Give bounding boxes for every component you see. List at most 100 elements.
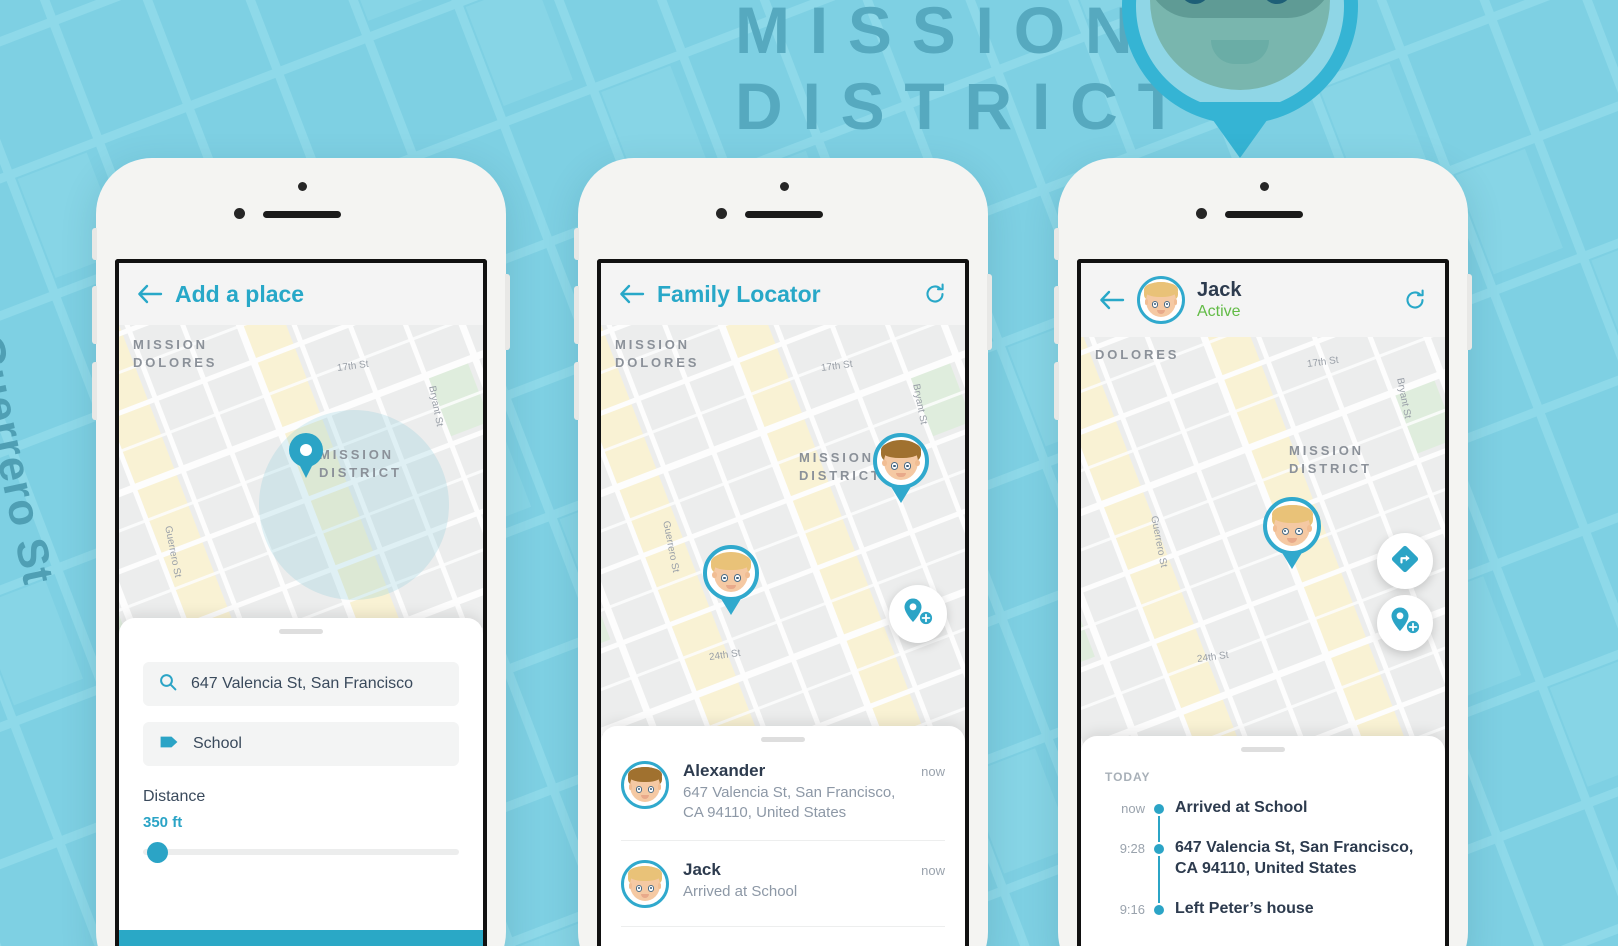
map-label-mission: MISSION [133,337,208,352]
timeline-time: 9:16 [1119,902,1145,918]
save-button[interactable]: SAVE [119,930,483,946]
timeline-marker [1145,838,1175,904]
phone2-volume-up-button[interactable] [574,286,579,344]
phone1-volume-down-button[interactable] [92,362,97,420]
avatar-jack [703,545,759,601]
people-list: Alexander 647 Valencia St, San Francisco… [601,742,965,927]
proximity-sensor-icon [716,208,727,219]
phone3-volume-up-button[interactable] [1054,286,1059,344]
phone2-screen: Family Locator MISSION DOLORES MISSION D… [597,259,969,946]
directions-button[interactable] [1377,533,1433,589]
list-item[interactable]: Jack Arrived at School now [621,841,945,927]
place-name-input[interactable]: School [143,722,459,766]
avatar-jack [621,860,669,908]
phone3-app-header: Jack Active [1081,263,1445,337]
person-detail: Arrived at School [683,883,798,900]
add-place-button[interactable] [889,585,947,643]
phone3-bottom-sheet: TODAY now Arrived at School 9:28 647 Val… [1081,736,1445,946]
refresh-icon[interactable] [921,280,949,308]
front-camera-icon [298,182,307,191]
phone-device-2: Family Locator MISSION DOLORES MISSION D… [574,158,992,946]
add-place-icon [902,597,934,632]
header-person[interactable]: Jack Active [1137,276,1242,324]
screenshot-stage: MISSION DISTRICT Guerrero St Add a place… [0,0,1618,946]
map-label-mission-2: MISSION [799,450,874,465]
proximity-sensor-icon [1196,208,1207,219]
back-arrow-icon[interactable] [135,279,165,309]
phone2-app-header: Family Locator [601,263,965,325]
timeline-section-label: TODAY [1105,770,1151,784]
map-label-dolores: DOLORES [1095,347,1180,362]
directions-icon [1390,544,1420,579]
page-title: Family Locator [657,280,821,307]
map-pin-jack[interactable] [703,545,759,615]
phone2-volume-down-button[interactable] [574,362,579,420]
front-camera-icon [1260,182,1269,191]
timeline-marker [1145,899,1175,939]
phone3-volume-down-button[interactable] [1054,362,1059,420]
list-item[interactable]: Alexander 647 Valencia St, San Francisco… [621,742,945,841]
timeline-list: now Arrived at School 9:28 647 Valencia … [1081,788,1445,940]
map-label-dolores: DOLORES [615,355,700,370]
earpiece-speaker-icon [263,211,341,218]
phone2-bottom-sheet: Alexander 647 Valencia St, San Francisco… [601,726,965,946]
timeline-text: Arrived at School [1175,799,1308,816]
timeline-marker [1145,798,1175,843]
phone2-top-bezel [578,158,988,259]
map-label-district: DISTRICT [319,465,402,480]
avatar-jack [1137,276,1185,324]
phone2-power-button[interactable] [987,274,992,350]
person-name: Jack [683,860,721,879]
timeline-text: 647 Valencia St, San Francisco, CA 94110… [1175,839,1414,877]
timeline-item[interactable]: 9:16 Left Peter’s house [1101,899,1425,939]
search-icon [159,673,177,696]
map-label-district: DISTRICT [1289,461,1372,476]
place-name-value: School [193,735,242,752]
person-name: Jack [1197,278,1242,301]
proximity-sensor-icon [234,208,245,219]
location-pin-icon[interactable] [289,433,323,478]
phone-device-3: Jack Active DOLORES MISSION DISTRICT 17t… [1054,158,1472,946]
phone3-top-bezel [1058,158,1468,259]
timeline-item[interactable]: 9:28 647 Valencia St, San Francisco, CA … [1101,838,1425,904]
phone-device-1: Add a place MISSION DOLORES MISSION DIST… [92,158,510,946]
avatar-jack [1263,497,1321,555]
search-input-value: 647 Valencia St, San Francisco [191,675,414,692]
add-place-button[interactable] [1377,595,1433,651]
phone1-app-header: Add a place [119,263,483,325]
person-detail: 647 Valencia St, San Francisco, CA 94110… [683,784,896,821]
person-timestamp: now [921,863,945,878]
map-pin-jack[interactable] [1263,497,1321,569]
avatar-alexander [873,433,929,489]
earpiece-speaker-icon [1225,211,1303,218]
timeline-text: Left Peter’s house [1175,900,1314,918]
map-label-dolores: DOLORES [133,355,218,370]
map-label-mission: MISSION [615,337,690,352]
status-badge: Active [1197,302,1241,320]
person-timestamp: now [921,764,945,779]
page-title: Add a place [175,280,305,307]
map-label-mission-2: MISSION [319,447,394,462]
refresh-icon[interactable] [1401,286,1429,314]
tag-icon [159,735,179,754]
distance-value: 350 ft [143,814,183,831]
phone3-power-button[interactable] [1467,274,1472,350]
search-input[interactable]: 647 Valencia St, San Francisco [143,662,459,706]
timeline-item[interactable]: now Arrived at School [1101,798,1425,843]
map-pin-alexander[interactable] [873,433,929,503]
distance-slider[interactable] [143,841,459,863]
phone1-power-button[interactable] [505,274,510,350]
back-arrow-icon[interactable] [1097,285,1127,315]
add-place-icon [1389,606,1421,641]
avatar-alexander [621,761,669,809]
slider-track [143,849,459,855]
back-arrow-icon[interactable] [617,279,647,309]
background-district-title-line1: MISSION [735,0,1153,67]
phone1-top-bezel [96,158,506,259]
phone1-bottom-sheet: 647 Valencia St, San Francisco School Di… [119,618,483,946]
phone3-screen: Jack Active DOLORES MISSION DISTRICT 17t… [1077,259,1449,946]
front-camera-icon [780,182,789,191]
map-label-mission: MISSION [1289,443,1364,458]
phone1-volume-up-button[interactable] [92,286,97,344]
slider-knob[interactable] [147,842,168,863]
